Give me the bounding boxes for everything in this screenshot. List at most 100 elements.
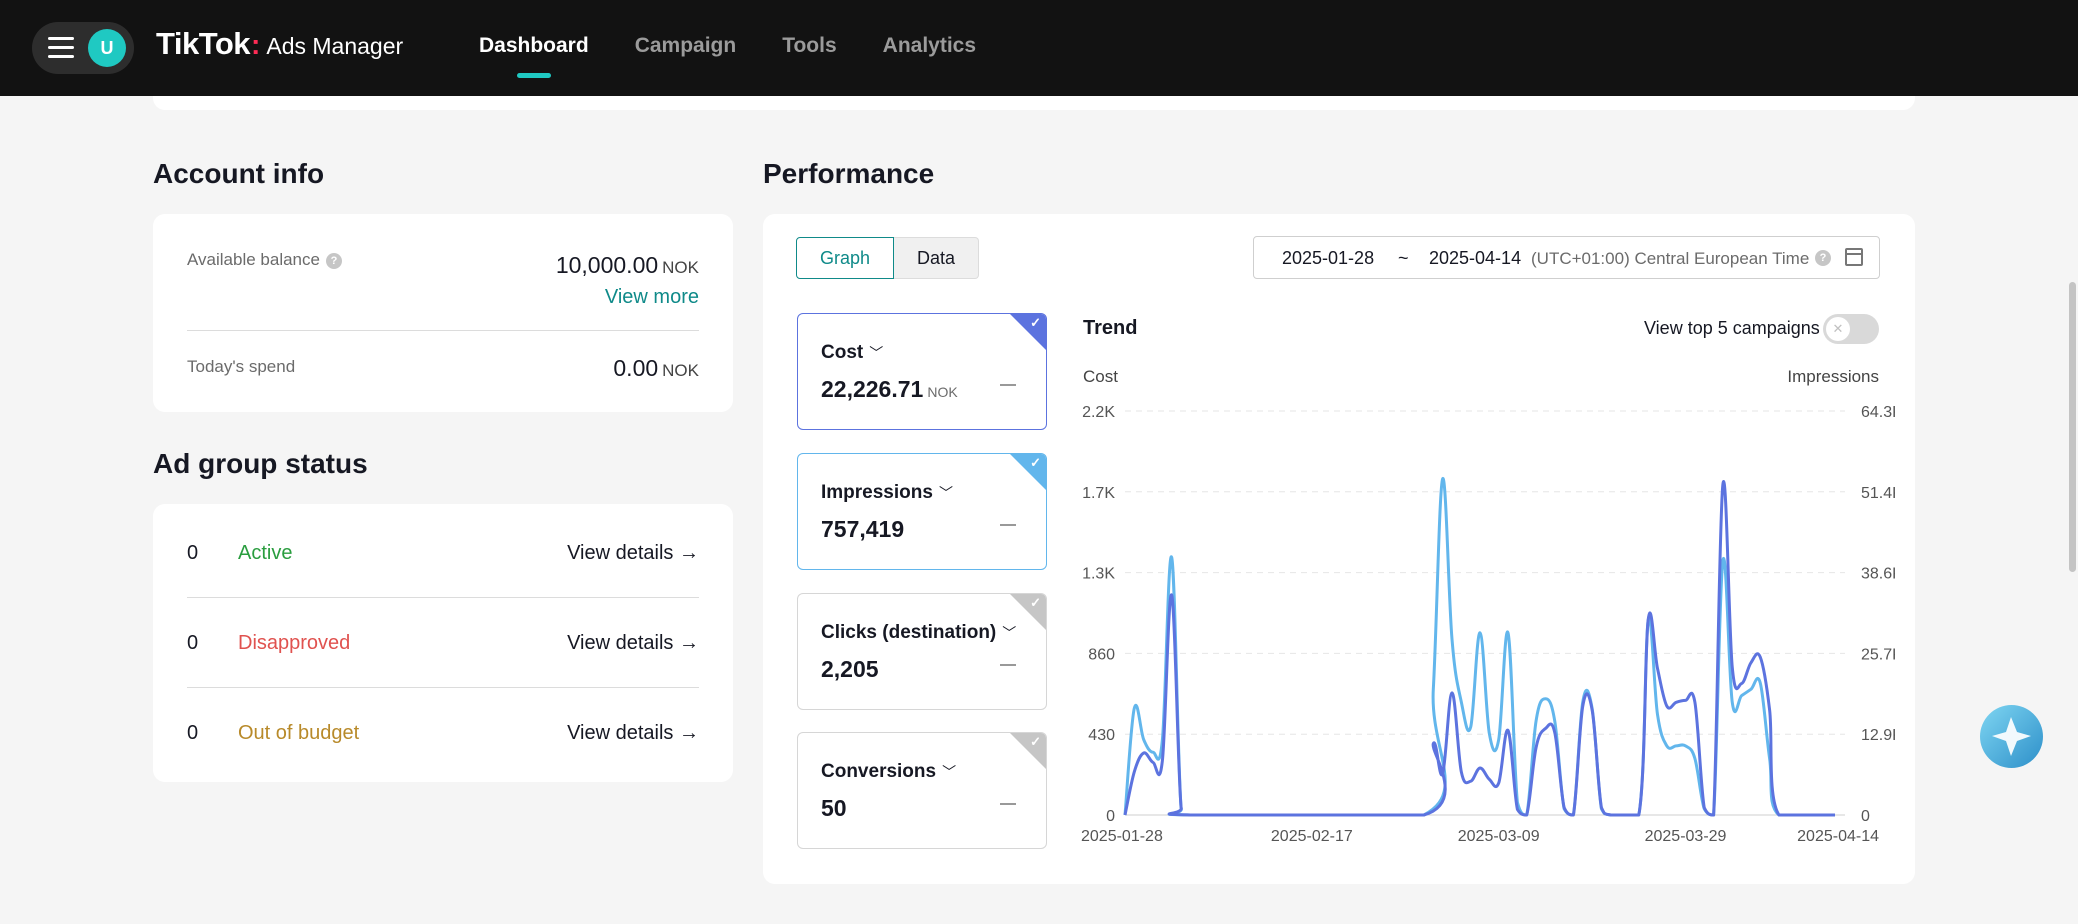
divider <box>187 330 699 331</box>
metric-value: 22,226.71 NOK <box>821 376 958 403</box>
close-icon: ✕ <box>1826 317 1850 341</box>
balance-label: Available balance? <box>187 250 342 270</box>
brand-subtitle: Ads Manager <box>266 33 404 59</box>
nav-tools[interactable]: Tools <box>759 0 859 96</box>
spend-value: 0.00 NOK <box>613 355 699 382</box>
date-separator: ~ <box>1398 248 1409 268</box>
y2-tick-label: 38.6K <box>1861 566 1895 583</box>
account-info-title: Account info <box>153 158 325 189</box>
out-of-budget-view-details-link[interactable]: View details → <box>567 722 699 745</box>
metric-name-text: Clicks (destination) <box>821 622 997 643</box>
metric-name-text: Conversions <box>821 761 937 782</box>
metric-name[interactable]: Clicks (destination) ﹀ <box>821 622 1016 644</box>
trend-chart[interactable]: 0 0 430 12.9K 860 25.7K 1.3K 38.6K 1.7K 51.4K 2.2K… <box>1075 395 1895 855</box>
ad-group-status-title: Ad group status <box>153 448 368 479</box>
spend-amount: 0.00 <box>613 355 659 381</box>
divider <box>187 597 699 598</box>
metric-card-cost[interactable]: ✓ Cost ﹀ 22,226.71 NOK <box>797 313 1047 430</box>
active-count: 0 <box>187 542 199 564</box>
divider <box>187 687 699 688</box>
metric-name[interactable]: Cost ﹀ <box>821 342 883 364</box>
view-more-link[interactable]: View more <box>605 286 699 309</box>
check-icon: ✓ <box>1030 455 1041 470</box>
chevron-down-icon[interactable]: ﹀ <box>939 485 953 501</box>
ad-group-status-card: 0 Active View details → 0 Disapproved Vi… <box>153 504 733 782</box>
trend-title: Trend <box>1083 317 1138 339</box>
y2-tick-label: 51.4K <box>1861 485 1895 502</box>
metric-name[interactable]: Conversions ﹀ <box>821 761 956 783</box>
balance-value: 10,000.00 NOK <box>556 252 699 279</box>
top5-toggle[interactable]: ✕ <box>1823 314 1879 344</box>
dash-icon <box>1000 524 1016 526</box>
nav-dashboard[interactable]: Dashboard <box>456 0 612 96</box>
metric-value: 757,419 <box>821 516 905 542</box>
y-tick-label: 0 <box>1106 808 1115 825</box>
date-start: 2025-01-28 <box>1282 248 1375 268</box>
metric-card-impressions[interactable]: ✓ Impressions ﹀ 757,419 <box>797 453 1047 570</box>
nav-analytics[interactable]: Analytics <box>860 0 999 96</box>
date-range-picker[interactable]: 2025-01-28 ~ 2025-04-14 (UTC+01:00) Cent… <box>1253 236 1880 279</box>
account-menu-button[interactable]: U <box>32 22 134 74</box>
scrollbar[interactable] <box>2069 282 2076 572</box>
metric-card-clicks[interactable]: ✓ Clicks (destination) ﹀ 2,205 <box>797 593 1047 710</box>
view-toggle: Graph Data <box>796 237 980 279</box>
metric-name-text: Cost <box>821 342 864 363</box>
hamburger-icon[interactable] <box>48 37 74 59</box>
chevron-down-icon[interactable]: ﹀ <box>869 345 883 361</box>
chevron-down-icon[interactable]: ﹀ <box>942 764 956 780</box>
x-tick-label: 2025-03-09 <box>1458 828 1540 845</box>
spend-unit: NOK <box>662 361 699 380</box>
unselected-corner <box>1009 733 1046 770</box>
dash-icon <box>1000 664 1016 666</box>
x-tick-label: 2025-01-28 <box>1081 828 1163 845</box>
active-view-details-link[interactable]: View details → <box>567 542 699 565</box>
y-tick-label: 1.7K <box>1082 485 1115 502</box>
brand-logo[interactable]: TikTok: Ads Manager <box>156 26 403 62</box>
check-icon: ✓ <box>1030 315 1041 330</box>
dash-icon <box>1000 803 1016 805</box>
active-status: Active <box>238 542 293 564</box>
y2-tick-label: 25.7K <box>1861 646 1895 663</box>
metric-value-text: 22,226.71 <box>821 376 924 402</box>
metric-card-conversions[interactable]: ✓ Conversions ﹀ 50 <box>797 732 1047 849</box>
check-icon: ✓ <box>1030 734 1041 749</box>
top5-label: View top 5 campaigns <box>1644 318 1820 338</box>
balance-amount: 10,000.00 <box>555 252 659 278</box>
assistant-star-button[interactable] <box>1980 705 2043 768</box>
x-tick-label: 2025-02-17 <box>1271 828 1353 845</box>
calendar-icon[interactable] <box>1845 248 1863 266</box>
tab-graph[interactable]: Graph <box>796 237 895 279</box>
top-card-edge <box>153 96 1915 110</box>
y-tick-label: 430 <box>1088 727 1115 744</box>
out-of-budget-count: 0 <box>187 722 199 744</box>
performance-title: Performance <box>763 158 935 189</box>
account-info-card: Available balance? 10,000.00 NOK View mor… <box>153 214 733 412</box>
selected-corner <box>1009 454 1046 491</box>
chevron-down-icon[interactable]: ﹀ <box>1002 625 1016 641</box>
y2-tick-label: 12.9K <box>1861 727 1895 744</box>
help-icon[interactable]: ? <box>1815 250 1831 266</box>
timezone-label: (UTC+01:00) Central European Time <box>1531 249 1810 268</box>
series-line-impressions[interactable] <box>1123 477 1835 817</box>
metric-name[interactable]: Impressions ﹀ <box>821 482 953 504</box>
top-bar: U TikTok: Ads Manager Dashboard Campaign … <box>0 0 2078 96</box>
metric-name-text: Impressions <box>821 482 933 503</box>
check-icon: ✓ <box>1030 595 1041 610</box>
balance-label-text: Available balance <box>187 250 320 269</box>
brand-name: TikTok <box>156 26 251 61</box>
dash-icon <box>1000 384 1016 386</box>
selected-corner <box>1009 314 1046 351</box>
right-axis-title: Impressions <box>1787 367 1879 386</box>
sparkle-icon <box>1992 717 2031 756</box>
tab-data[interactable]: Data <box>894 237 980 279</box>
brand-colon-mark: : <box>251 29 261 60</box>
date-end: 2025-04-14 <box>1429 248 1522 268</box>
help-icon[interactable]: ? <box>325 253 342 269</box>
main-nav: Dashboard Campaign Tools Analytics <box>456 0 999 96</box>
nav-campaign[interactable]: Campaign <box>612 0 760 96</box>
out-of-budget-status: Out of budget <box>238 722 360 744</box>
avatar[interactable]: U <box>88 29 126 67</box>
disapproved-view-details-link[interactable]: View details → <box>567 632 699 655</box>
y-tick-label: 860 <box>1088 646 1115 663</box>
y-tick-label: 1.3K <box>1082 566 1115 583</box>
